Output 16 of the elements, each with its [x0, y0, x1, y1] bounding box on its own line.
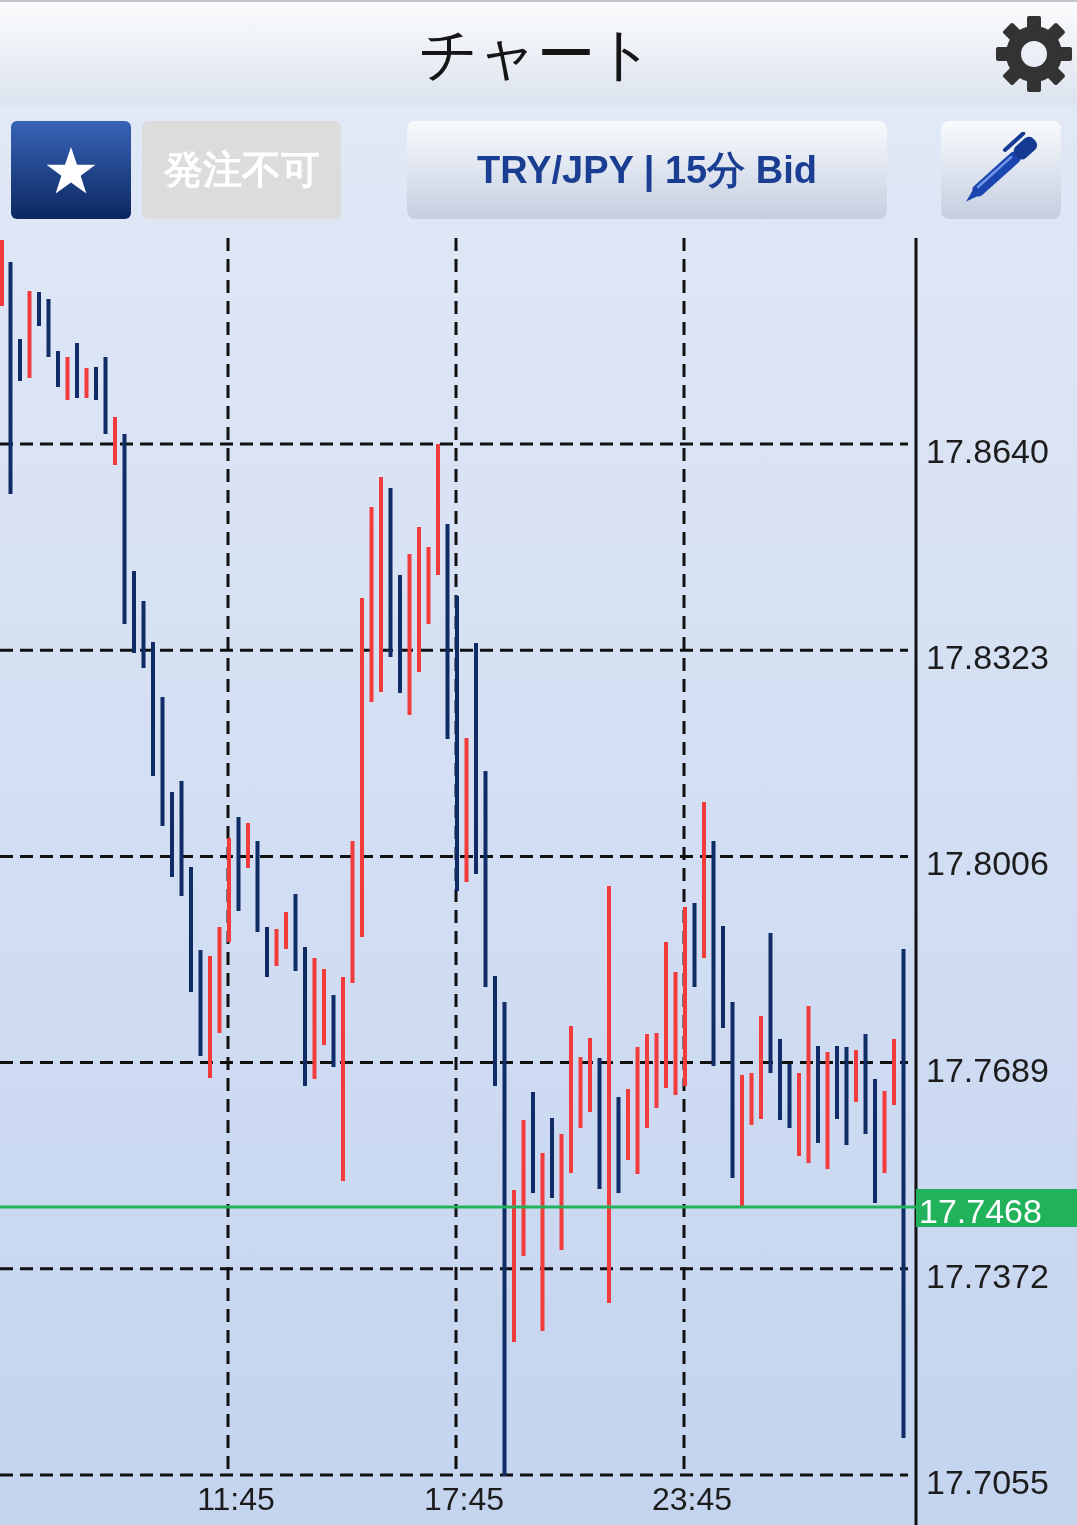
current-price-tag: 17.7468: [916, 1189, 1077, 1230]
settings-icon[interactable]: [996, 15, 1072, 92]
time-label: 11:45: [197, 1481, 275, 1517]
screen-title: チャート: [419, 24, 655, 83]
favorite-button[interactable]: [11, 121, 131, 219]
price-label: 17.8640: [926, 432, 1049, 470]
star-icon: [46, 146, 96, 194]
price-label: 17.7689: [926, 1050, 1049, 1089]
price-label: 17.7372: [926, 1256, 1049, 1295]
price-label: 17.8006: [926, 844, 1049, 883]
pen-button[interactable]: [941, 121, 1061, 219]
price-label: 17.7055: [926, 1463, 1049, 1501]
price-label: 17.8323: [926, 638, 1049, 677]
symbol-button[interactable]: TRY/JPY | 15分 Bid: [407, 121, 887, 219]
time-label: 23:45: [651, 1481, 733, 1517]
time-label: 17:45: [423, 1481, 505, 1517]
